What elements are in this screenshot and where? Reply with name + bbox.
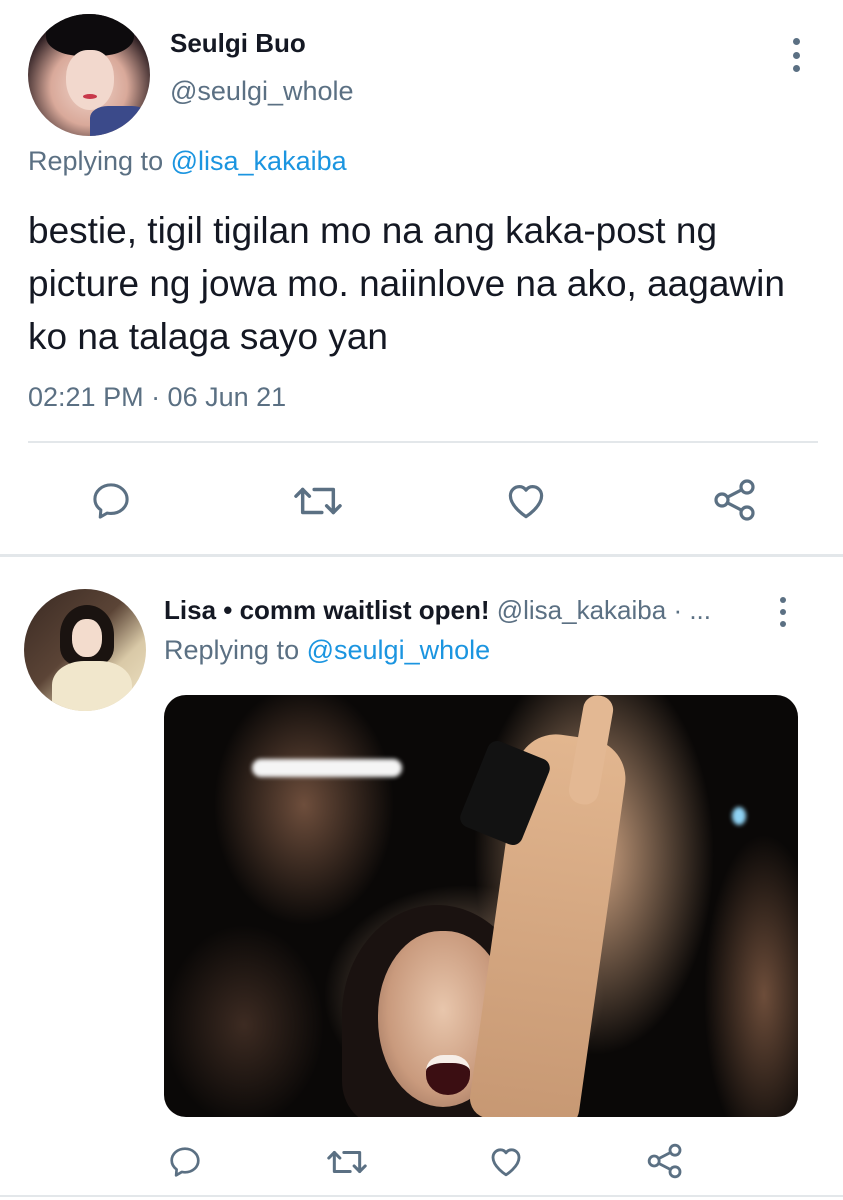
dot-icon xyxy=(792,51,800,59)
action-bar xyxy=(0,472,843,528)
replying-to-label: Replying to xyxy=(164,635,300,665)
display-name[interactable]: Lisa • comm waitlist open! xyxy=(164,595,490,625)
avatar[interactable] xyxy=(24,589,146,711)
action-bar xyxy=(0,1141,843,1181)
replying-to: Replying to @seulgi_whole xyxy=(164,635,490,666)
replying-to-mention[interactable]: @seulgi_whole xyxy=(307,635,491,665)
replying-to-mention[interactable]: @lisa_kakaiba xyxy=(171,146,347,176)
retweet-icon[interactable] xyxy=(324,1143,370,1181)
dot-icon xyxy=(780,597,786,603)
replying-to: Replying to @lisa_kakaiba xyxy=(28,146,347,177)
tweet-media-photo[interactable] xyxy=(164,695,798,1117)
reply-header: Lisa • comm waitlist open! @lisa_kakaiba… xyxy=(164,595,764,626)
display-name[interactable]: Seulgi Buo xyxy=(170,28,306,59)
more-options-button[interactable] xyxy=(771,597,795,627)
dot-icon xyxy=(792,38,800,45)
share-icon[interactable] xyxy=(644,1141,686,1181)
user-handle[interactable]: @seulgi_whole xyxy=(170,76,354,107)
like-icon[interactable] xyxy=(486,1141,526,1181)
retweet-icon[interactable] xyxy=(290,478,346,524)
replying-to-label: Replying to xyxy=(28,146,164,176)
tweet-text: bestie, tigil tigilan mo na ang kaka-pos… xyxy=(28,210,785,357)
dot-icon xyxy=(780,621,786,627)
main-tweet: Seulgi Buo @seulgi_whole Replying to @li… xyxy=(0,0,843,557)
user-handle[interactable]: @lisa_kakaiba · ... xyxy=(497,595,711,625)
reply-icon[interactable] xyxy=(166,1143,204,1181)
divider xyxy=(0,1195,843,1197)
more-options-button[interactable] xyxy=(784,38,808,72)
dot-icon xyxy=(792,65,800,72)
avatar[interactable] xyxy=(28,14,150,136)
timestamp[interactable]: 02:21 PM · 06 Jun 21 xyxy=(28,382,286,413)
dot-icon xyxy=(780,609,786,615)
like-icon[interactable] xyxy=(502,476,550,524)
reply-tweet[interactable]: Lisa • comm waitlist open! @lisa_kakaiba… xyxy=(0,557,843,1200)
reply-icon[interactable] xyxy=(88,478,134,524)
share-icon[interactable] xyxy=(710,476,760,524)
divider xyxy=(28,441,818,443)
tweet-thread-page: Seulgi Buo @seulgi_whole Replying to @li… xyxy=(0,0,843,1200)
